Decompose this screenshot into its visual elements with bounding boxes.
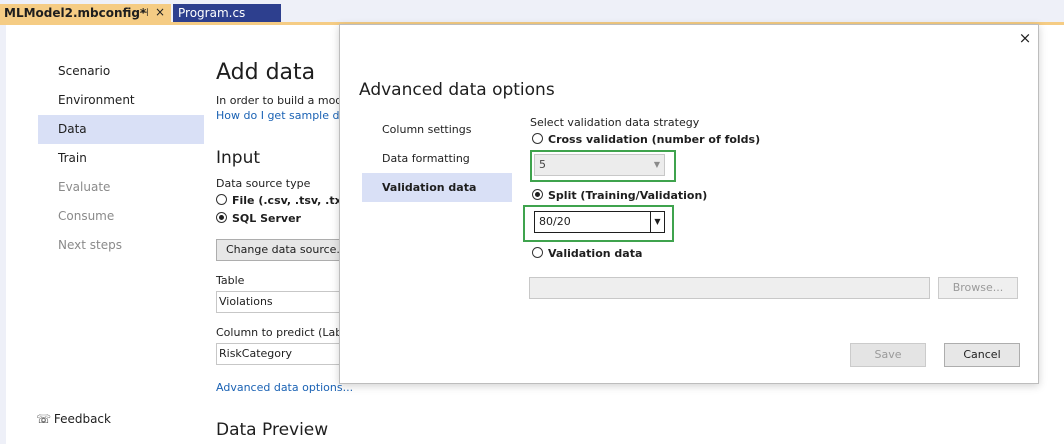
browse-button: Browse... [938, 277, 1018, 299]
sidebar-item-train[interactable]: Train [38, 144, 204, 173]
split-value: 80/20 [539, 215, 571, 228]
dialog-nav-validation-data[interactable]: Validation data [362, 173, 512, 202]
feedback-link[interactable]: ☏ Feedback [36, 412, 111, 426]
editor-margin [0, 25, 6, 444]
folds-value: 5 [539, 158, 546, 171]
tab-mlmodel2-mbconfig[interactable]: MLModel2.mbconfig* ⊣ × [0, 4, 171, 23]
close-icon[interactable]: × [1016, 29, 1034, 47]
tab-title: Program.cs [178, 6, 246, 20]
pin-icon[interactable]: ⊣ [139, 6, 149, 19]
intro-text: In order to build a mod [216, 94, 343, 107]
sidebar-item-data[interactable]: Data [38, 115, 204, 144]
split-radio[interactable]: Split (Training/Validation) [532, 189, 707, 202]
data-preview-heading: Data Preview [216, 420, 329, 440]
folds-dropdown: 5 ▼ [534, 154, 665, 176]
advanced-data-options-link[interactable]: Advanced data options... [216, 381, 353, 394]
sidebar-item-environment[interactable]: Environment [38, 86, 204, 115]
dialog-nav-data-formatting[interactable]: Data formatting [362, 144, 512, 173]
table-field[interactable]: Violations [216, 291, 344, 313]
feedback-label: Feedback [53, 412, 111, 426]
cross-validation-label: Cross validation (number of folds) [548, 133, 761, 146]
radio-button-icon [216, 194, 227, 205]
tab-program-cs[interactable]: Program.cs [173, 4, 281, 22]
column-to-predict-field[interactable]: RiskCategory [216, 343, 344, 365]
data-source-type-label: Data source type [216, 177, 311, 190]
input-heading: Input [216, 148, 261, 168]
feedback-icon: ☏ [36, 412, 52, 426]
file-source-radio[interactable]: File (.csv, .tsv, .txt) [216, 194, 352, 207]
validation-data-label: Validation data [548, 247, 643, 260]
chevron-down-icon: ▼ [653, 160, 660, 169]
cross-validation-radio[interactable]: Cross validation (number of folds) [532, 133, 760, 146]
change-data-source-button[interactable]: Change data source... [216, 239, 344, 261]
table-label: Table [216, 274, 245, 287]
advanced-data-options-dialog: × Advanced data options Column settings … [339, 24, 1039, 384]
dialog-title: Advanced data options [359, 80, 555, 100]
sidebar-item-scenario[interactable]: Scenario [38, 57, 204, 86]
sql-server-radio[interactable]: SQL Server [216, 212, 301, 225]
sidebar-item-consume: Consume [58, 209, 115, 223]
validation-data-radio[interactable]: Validation data [532, 247, 642, 260]
close-icon[interactable]: × [155, 5, 165, 19]
page-title: Add data [216, 60, 316, 85]
dialog-nav-column-settings[interactable]: Column settings [362, 115, 512, 144]
split-ratio-dropdown[interactable]: 80/20 ▼ [534, 211, 665, 233]
how-to-sample-data-link[interactable]: How do I get sample da [216, 109, 346, 122]
sidebar-item-next-steps: Next steps [58, 238, 122, 252]
validation-file-path-field [529, 277, 930, 299]
save-button: Save [850, 343, 926, 367]
radio-button-checked-icon [216, 212, 227, 223]
cancel-button[interactable]: Cancel [944, 343, 1020, 367]
radio-button-icon [532, 133, 543, 144]
validation-strategy-label: Select validation data strategy [530, 116, 700, 129]
radio-button-icon [532, 247, 543, 258]
split-label: Split (Training/Validation) [548, 189, 708, 202]
sidebar-item-evaluate: Evaluate [58, 180, 111, 194]
tab-title: MLModel2.mbconfig* [4, 6, 147, 20]
file-source-label: File (.csv, .tsv, .txt) [232, 194, 352, 207]
column-to-predict-label: Column to predict (Lab [216, 326, 343, 339]
radio-button-checked-icon [532, 189, 543, 200]
chevron-down-icon[interactable]: ▼ [650, 212, 664, 232]
sql-server-label: SQL Server [232, 212, 301, 225]
